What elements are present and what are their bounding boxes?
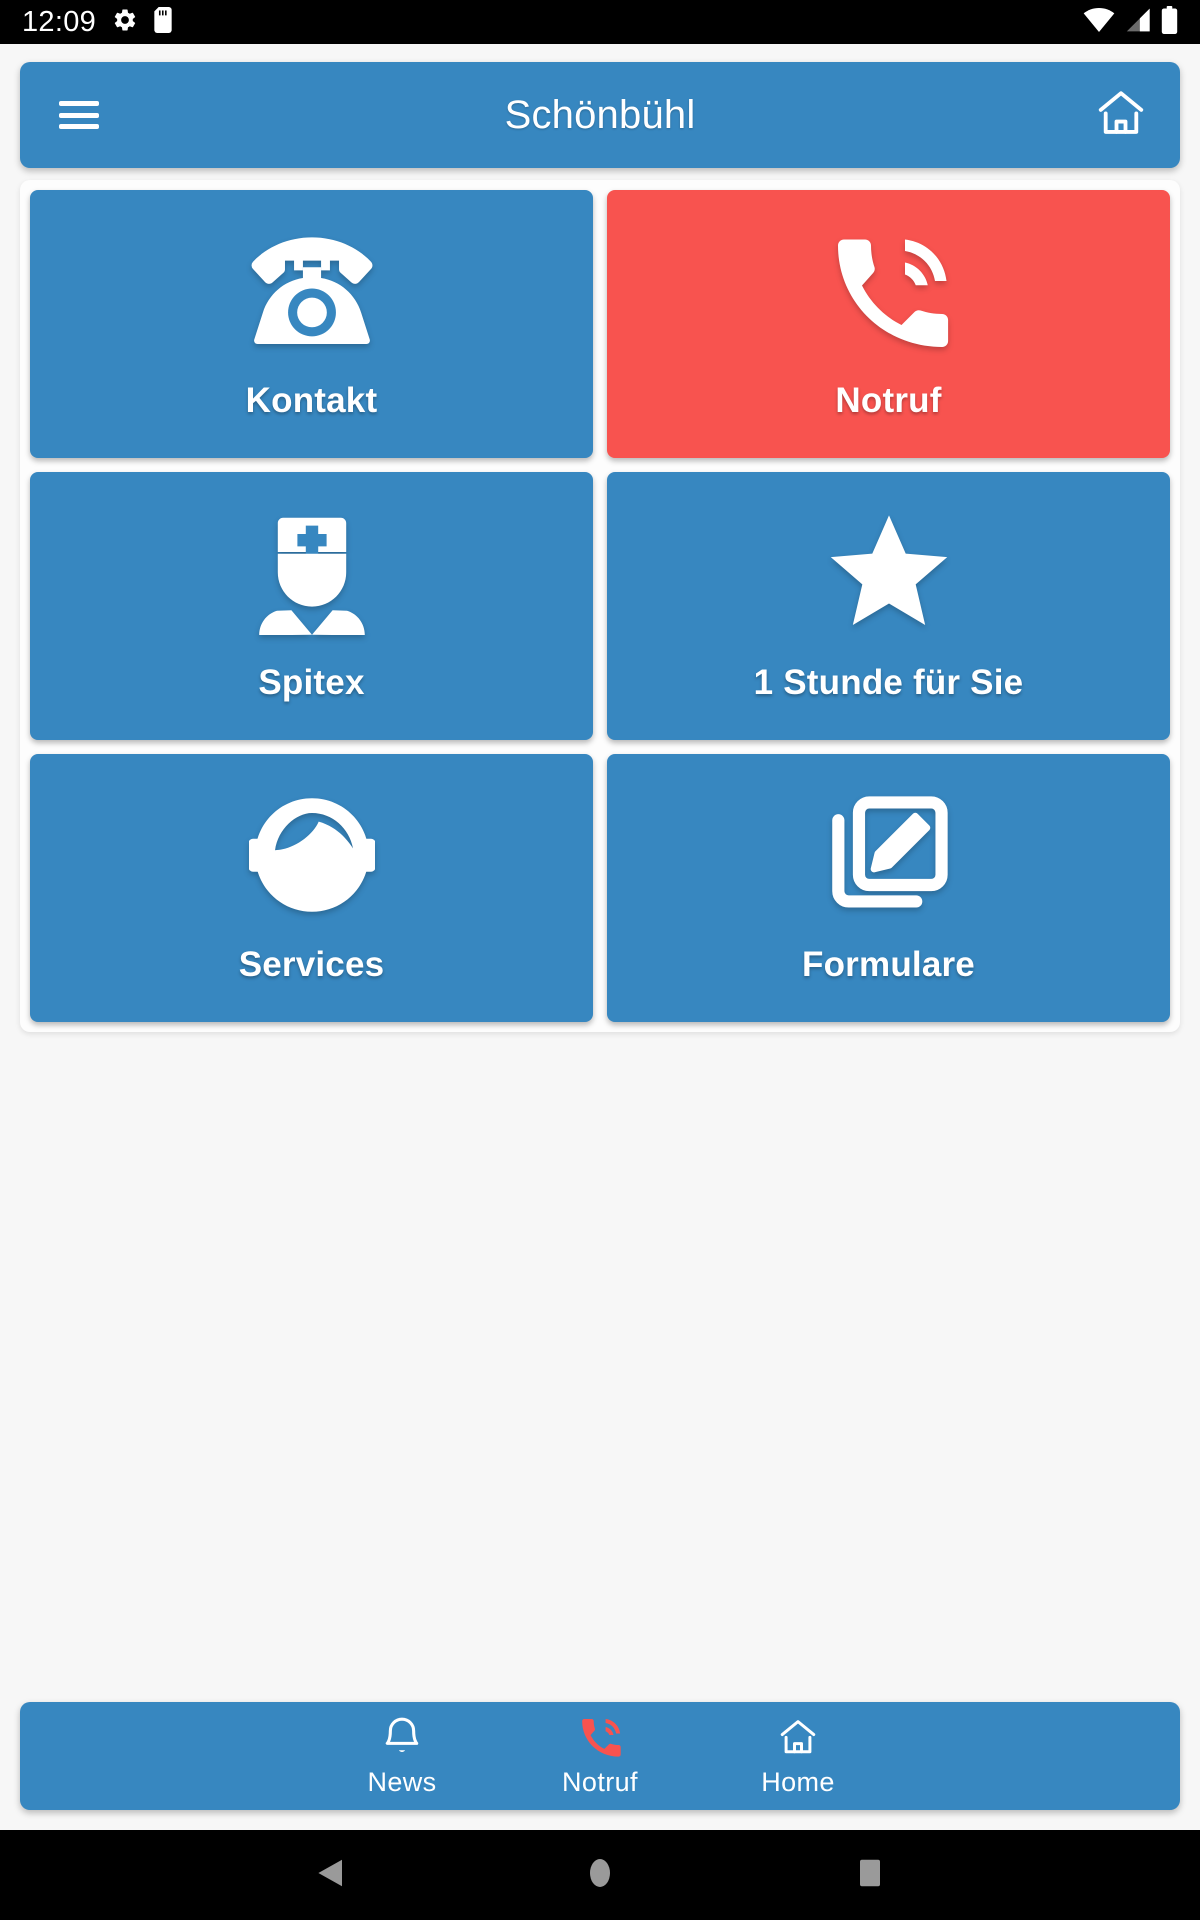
android-recents-button[interactable]	[835, 1840, 905, 1910]
tile-label: 1 Stunde für Sie	[753, 663, 1024, 702]
app-content: Schönbühl Kontakt Notruf Spitex 1 Stunde…	[0, 44, 1200, 1830]
gear-icon	[112, 7, 138, 38]
tile-label: Formulare	[802, 945, 975, 984]
sd-card-icon	[154, 6, 172, 38]
recents-square-icon	[857, 1857, 883, 1894]
bottom-nav-container: News Notruf Home	[20, 1702, 1180, 1830]
status-bar-right	[1083, 5, 1178, 39]
bottom-navigation-bar: News Notruf Home	[20, 1702, 1180, 1810]
tile-label: Notruf	[835, 381, 942, 420]
status-bar: 12:09	[0, 0, 1200, 44]
nav-item-label: News	[367, 1767, 437, 1797]
support-agent-icon	[248, 791, 375, 919]
tile-label: Kontakt	[245, 381, 378, 420]
tile-kontakt[interactable]: Kontakt	[30, 190, 593, 458]
tile-label: Services	[238, 945, 385, 984]
android-back-button[interactable]	[295, 1840, 365, 1910]
cellular-signal-icon	[1124, 7, 1152, 38]
tile-spitex[interactable]: Spitex	[30, 472, 593, 740]
phone-screen: 12:09 Schönbühl Kontakt Notruf Spitex 1 …	[0, 0, 1200, 1920]
nav-item-label: Notruf	[562, 1767, 638, 1797]
nav-item-home[interactable]: Home	[738, 1714, 858, 1798]
menu-button[interactable]	[48, 84, 110, 146]
android-home-button[interactable]	[565, 1840, 635, 1910]
status-bar-left: 12:09	[22, 5, 172, 38]
nurse-icon	[254, 509, 370, 637]
battery-icon	[1161, 5, 1178, 39]
home-circle-icon	[588, 1857, 612, 1894]
status-bar-clock: 12:09	[22, 5, 97, 38]
desk-phone-icon	[246, 227, 378, 355]
home-button[interactable]	[1090, 84, 1152, 146]
nav-item-label: Home	[761, 1767, 835, 1797]
tile-services[interactable]: Services	[30, 754, 593, 1022]
hamburger-menu-icon	[59, 101, 99, 129]
menu-card: Kontakt Notruf Spitex 1 Stunde für Sie S…	[20, 180, 1180, 1032]
page-title: Schönbühl	[504, 92, 696, 137]
back-triangle-icon	[316, 1857, 344, 1894]
bell-icon	[382, 1714, 422, 1760]
app-bar: Schönbühl	[20, 62, 1180, 168]
phone-in-talk-icon	[579, 1714, 621, 1760]
nav-item-news[interactable]: News	[342, 1714, 462, 1798]
home-outline-icon	[777, 1714, 819, 1760]
app-bar-container: Schönbühl	[20, 44, 1180, 168]
android-navigation-bar	[0, 1830, 1200, 1920]
tile-formulare[interactable]: Formulare	[607, 754, 1170, 1022]
tile-1-stunde-fuer-sie[interactable]: 1 Stunde für Sie	[607, 472, 1170, 740]
edit-document-icon	[828, 791, 950, 919]
wifi-icon	[1083, 7, 1115, 38]
tile-label: Spitex	[258, 663, 365, 702]
home-icon	[1094, 86, 1148, 145]
phone-in-talk-icon	[828, 227, 950, 355]
nav-item-notruf[interactable]: Notruf	[540, 1714, 660, 1798]
tile-notruf[interactable]: Notruf	[607, 190, 1170, 458]
star-icon	[824, 509, 954, 637]
menu-grid: Kontakt Notruf Spitex 1 Stunde für Sie S…	[30, 190, 1170, 1022]
